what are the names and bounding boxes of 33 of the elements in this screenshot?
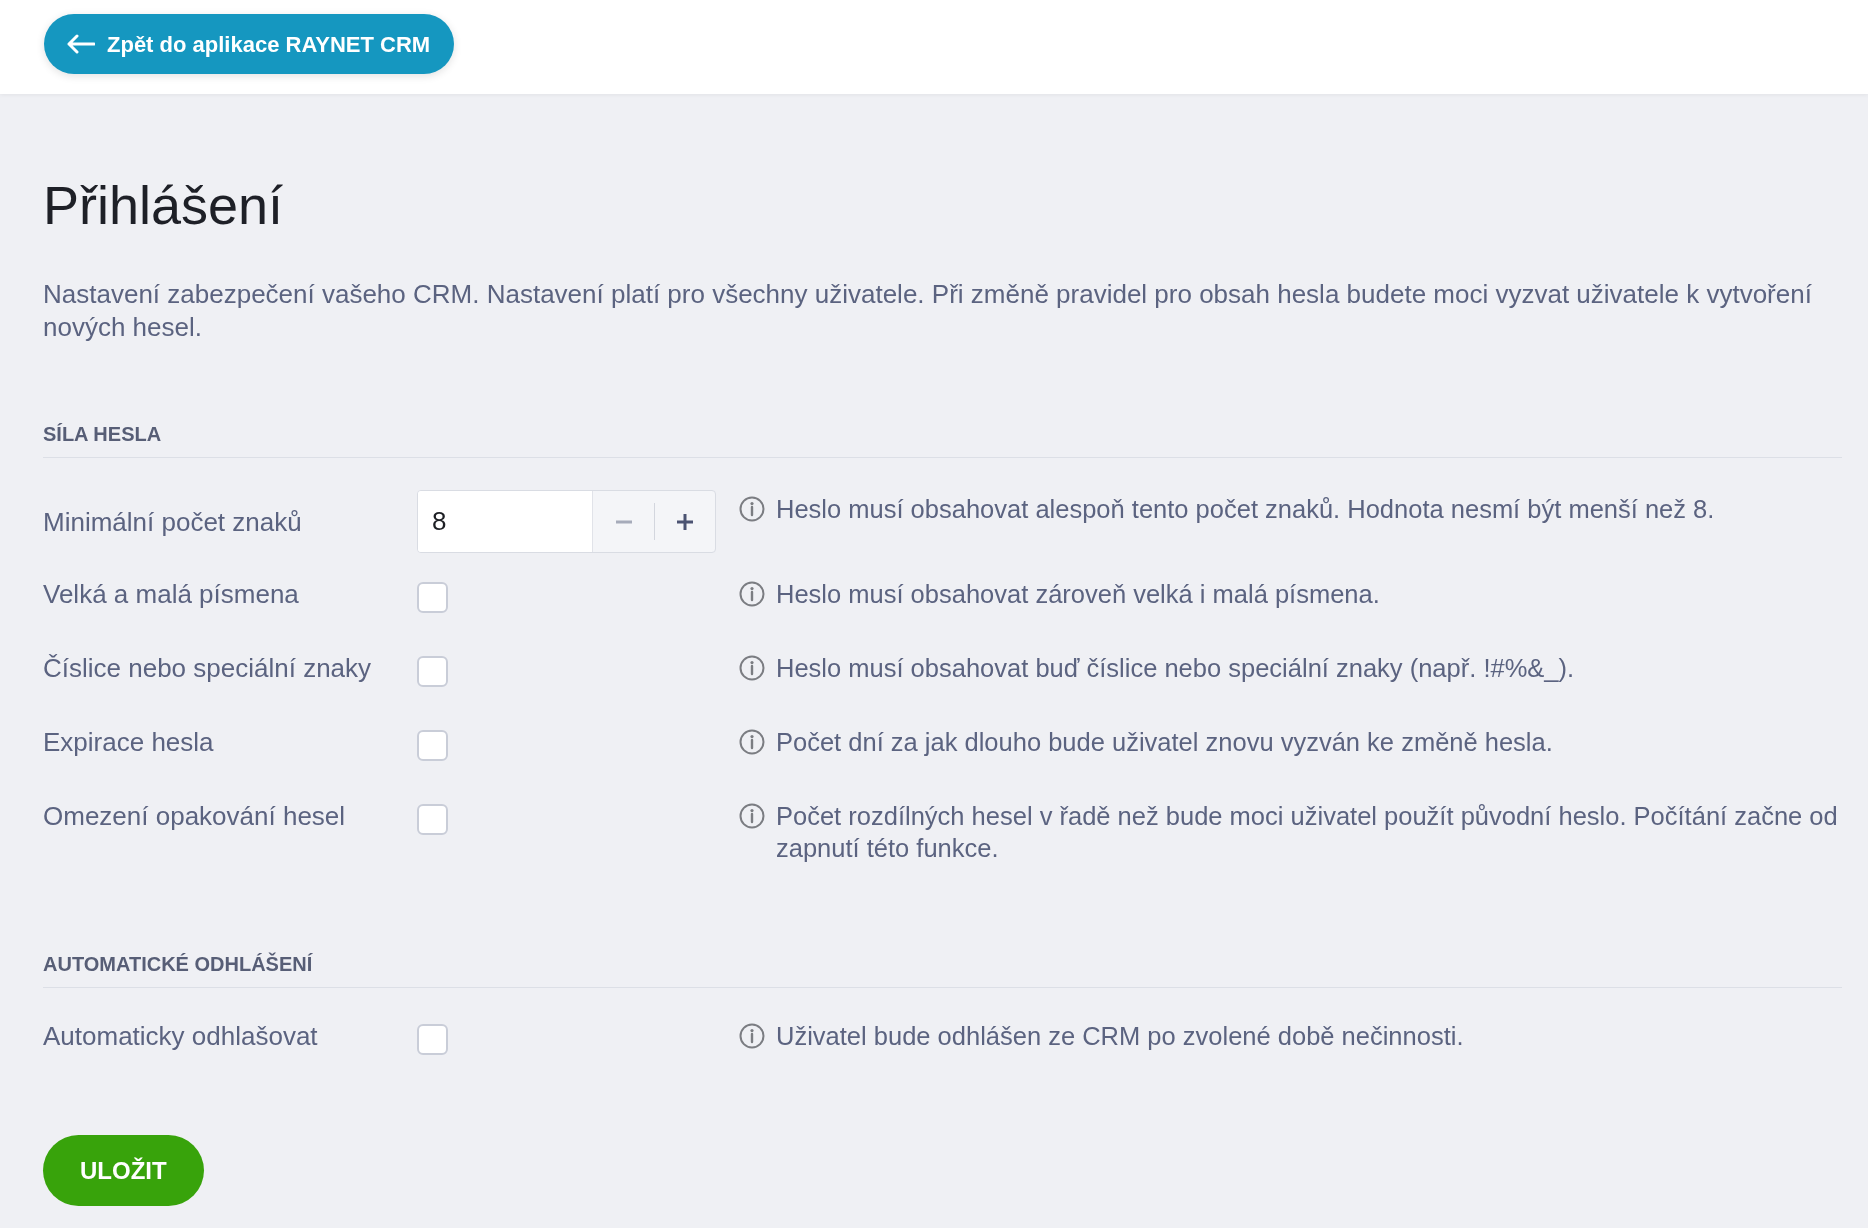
- save-button[interactable]: ULOŽIT: [43, 1135, 204, 1206]
- hint-text: Heslo musí obsahovat alespoň tento počet znaků. Hodnota nesmí být menší než 8.: [776, 494, 1715, 525]
- page-title: Přihlášení: [43, 174, 284, 237]
- hint-text: Počet dní za jak dlouho bude uživatel znovu vyzván ke změně hesla.: [776, 727, 1553, 758]
- setting-label: Expirace hesla: [43, 727, 214, 757]
- hint-text: Uživatel bude odhlášen ze CRM po zvolené době nečinnosti.: [776, 1021, 1464, 1052]
- info-icon: [739, 803, 765, 829]
- setting-label: Velká a malá písmena: [43, 579, 299, 609]
- setting-label: Omezení opakování hesel: [43, 801, 346, 831]
- arrow-left-icon: [66, 34, 95, 54]
- page-description: Nastavení zabezpečení vašeho CRM. Nastavení platí pro všechny uživatele. Při změně pravidel pro obsah hesla budete moci vyzvat uživatele k vytvoření nových hesel.: [43, 278, 1813, 344]
- hint-text: Počet rozdílných hesel v řadě než bude moci uživatel použít původní heslo. Počítání začne od zapnutí této funkce.: [776, 801, 1839, 864]
- checkbox[interactable]: [417, 656, 448, 687]
- checkbox[interactable]: [417, 730, 448, 761]
- info-icon: [739, 729, 765, 755]
- plus-icon: [676, 512, 694, 531]
- minus-icon: [614, 519, 633, 524]
- info-icon: [739, 1023, 765, 1049]
- info-icon: [739, 581, 765, 607]
- number-input[interactable]: 8: [418, 491, 593, 552]
- info-icon: [739, 496, 765, 522]
- setting-label: Číslice nebo speciální znaky: [43, 653, 372, 683]
- hint-text: Heslo musí obsahovat zároveň velká i malá písmena.: [776, 579, 1380, 610]
- checkbox[interactable]: [417, 582, 448, 613]
- info-icon: [739, 655, 765, 681]
- section-heading: AUTOMATICKÉ ODHLÁŠENÍ: [43, 952, 313, 976]
- setting-label: Minimální počet znaků: [43, 505, 302, 538]
- checkbox[interactable]: [417, 804, 448, 835]
- setting-label: Automaticky odhlašovat: [43, 1021, 318, 1051]
- back-button[interactable]: Zpět do aplikace RAYNET CRM: [44, 14, 455, 74]
- hint-text: Heslo musí obsahovat buď číslice nebo speciální znaky (např. !#%&_).: [776, 653, 1575, 684]
- checkbox[interactable]: [417, 1024, 448, 1055]
- section-heading: SÍLA HESLA: [43, 422, 162, 446]
